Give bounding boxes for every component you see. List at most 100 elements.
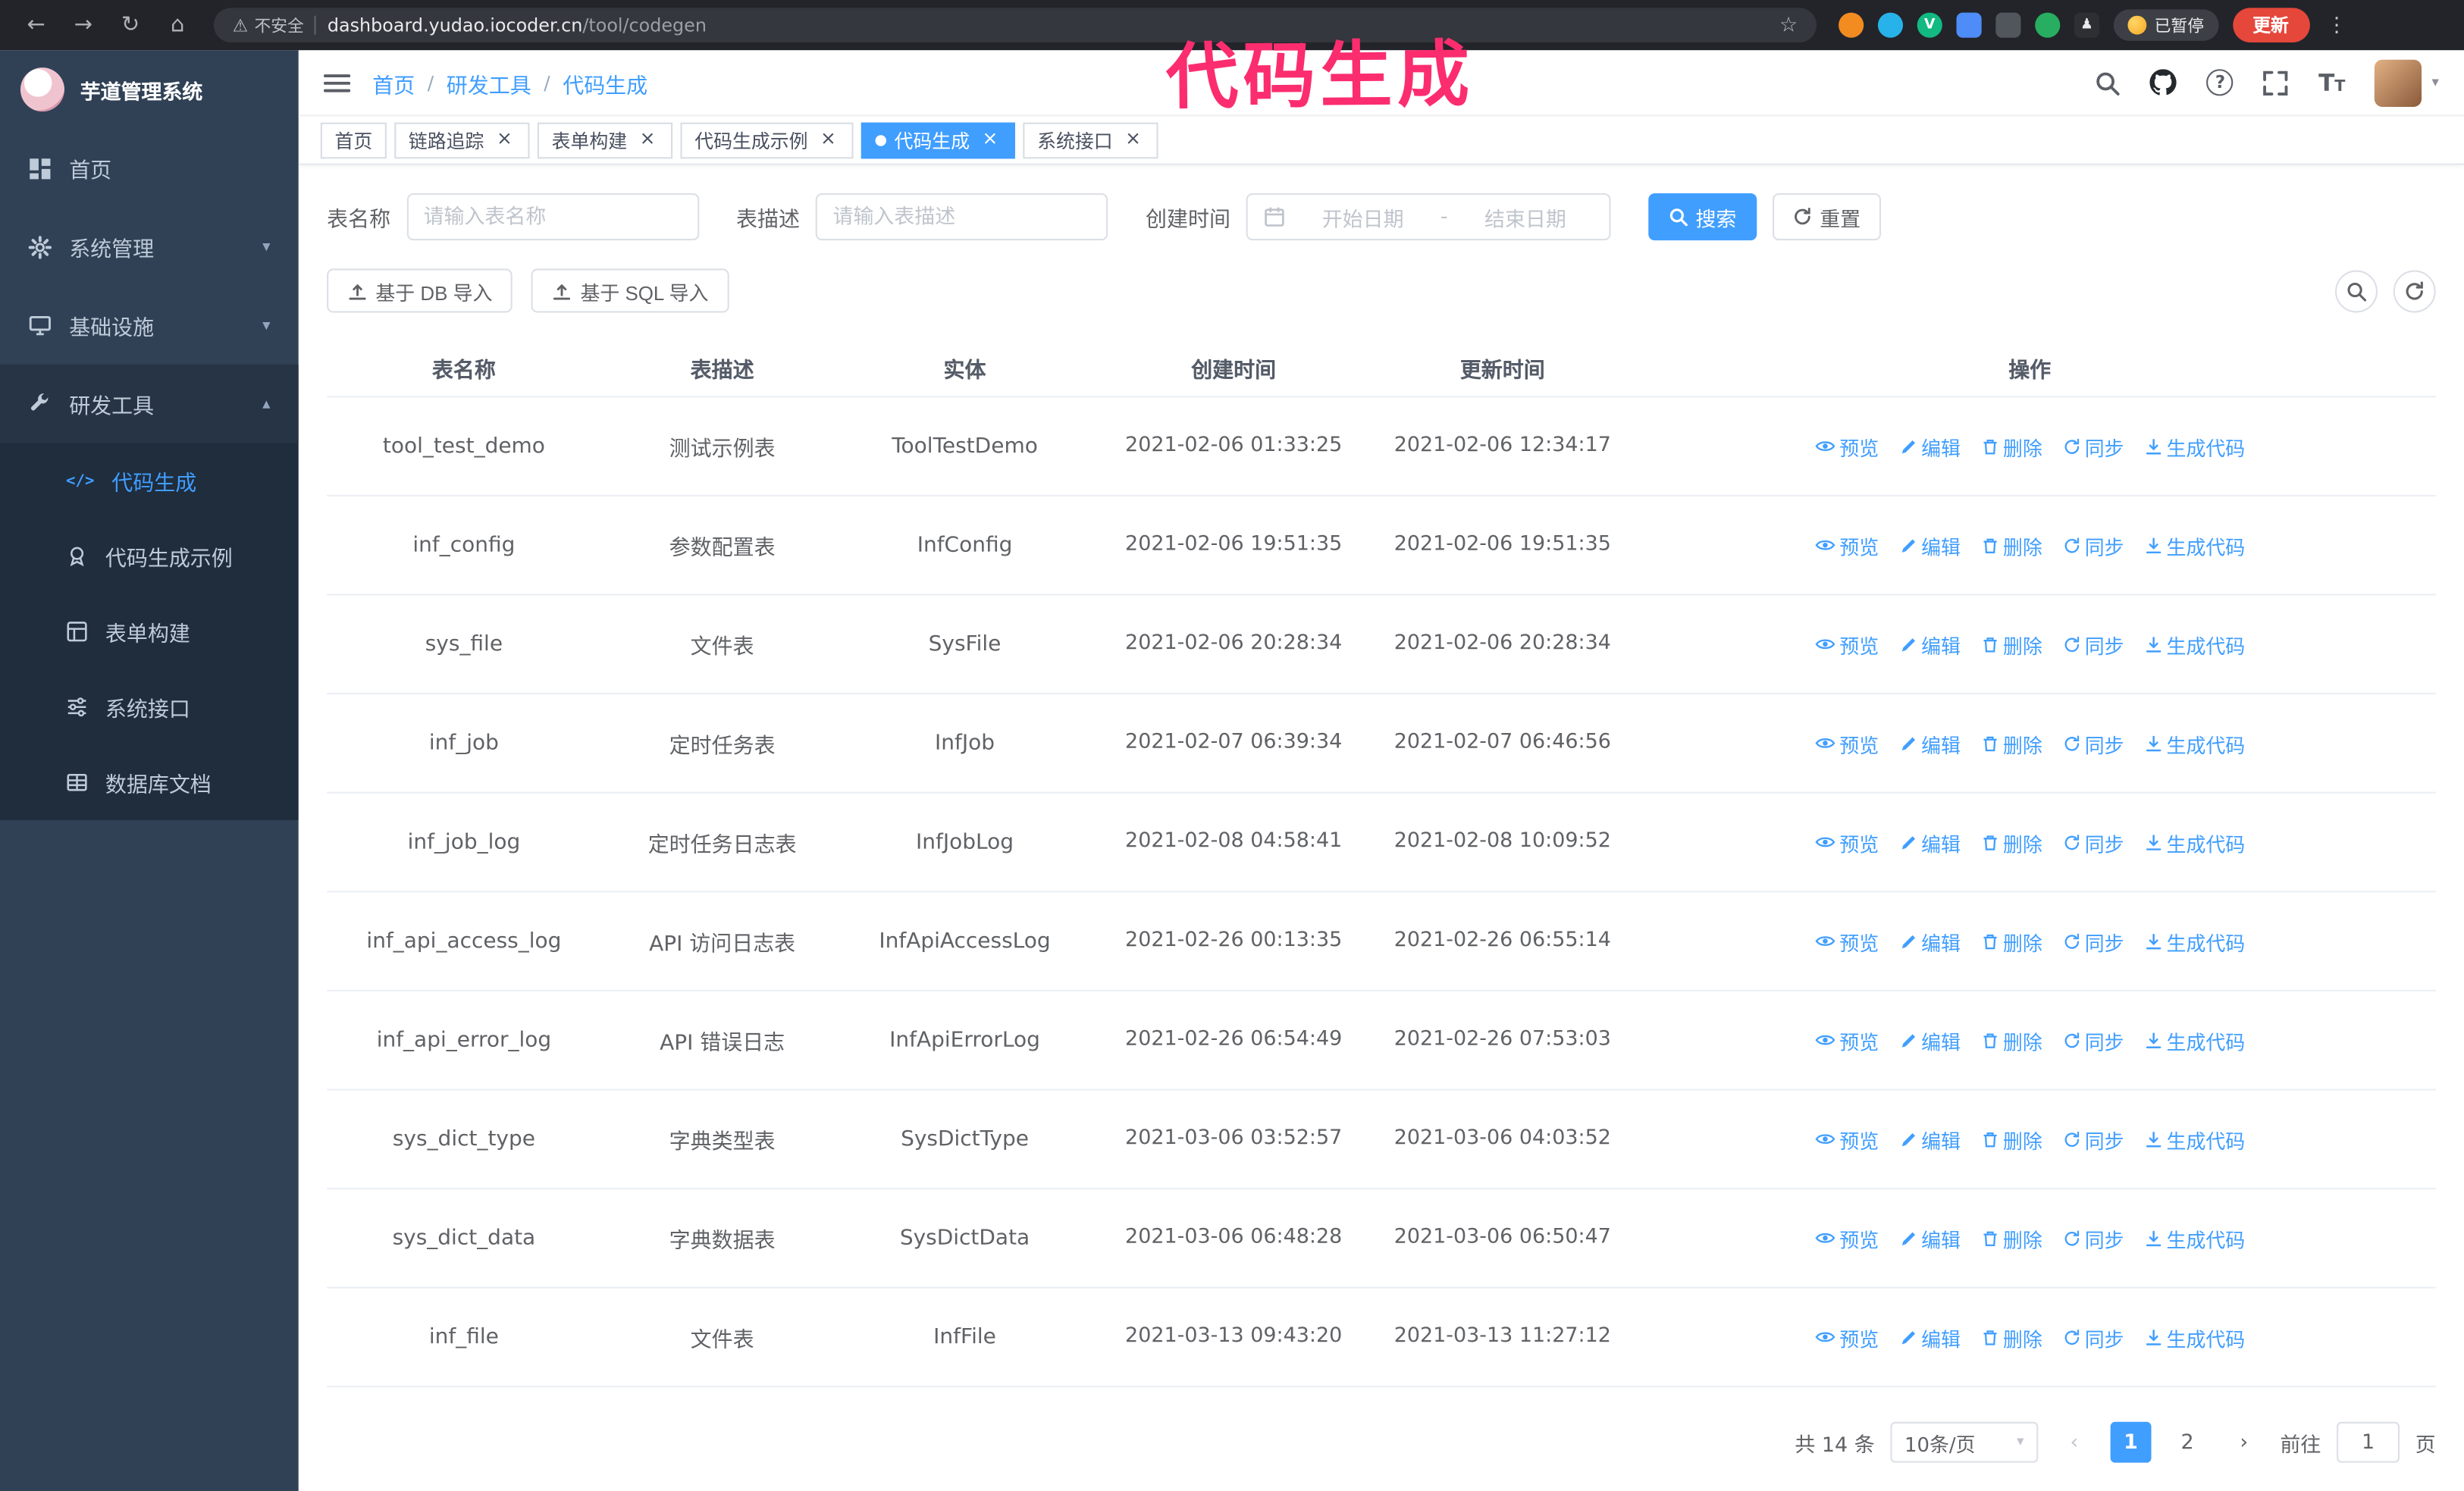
sync-action[interactable]: 同步 <box>2063 827 2124 857</box>
browser-forward-icon[interactable]: → <box>63 13 104 38</box>
generate-code-action[interactable]: 生成代码 <box>2145 728 2245 758</box>
edit-action[interactable]: 编辑 <box>1899 531 1961 560</box>
preview-action[interactable]: 预览 <box>1814 629 1879 659</box>
user-menu[interactable]: ▾ <box>2375 58 2439 106</box>
sidebar-item-db-docs[interactable]: 数据库文档 <box>0 744 299 819</box>
breadcrumb-home[interactable]: 首页 <box>372 67 415 98</box>
sync-action[interactable]: 同步 <box>2063 431 2124 461</box>
delete-action[interactable]: 删除 <box>1981 1025 2042 1054</box>
generate-code-action[interactable]: 生成代码 <box>2145 1322 2245 1352</box>
sync-action[interactable]: 同步 <box>2063 1025 2124 1054</box>
extension-icon[interactable] <box>1995 12 2021 38</box>
edit-action[interactable]: 编辑 <box>1899 431 1961 461</box>
preview-action[interactable]: 预览 <box>1814 1223 1879 1253</box>
sync-action[interactable]: 同步 <box>2063 1124 2124 1154</box>
preview-action[interactable]: 预览 <box>1814 1124 1879 1154</box>
search-icon[interactable] <box>2096 70 2121 95</box>
generate-code-action[interactable]: 生成代码 <box>2145 1124 2245 1154</box>
import-db-button[interactable]: 基于 DB 导入 <box>327 268 513 313</box>
date-range-picker[interactable]: 开始日期 - 结束日期 <box>1246 193 1611 241</box>
preview-action[interactable]: 预览 <box>1814 1025 1879 1054</box>
import-sql-button[interactable]: 基于 SQL 导入 <box>531 268 729 313</box>
sidebar-item-home[interactable]: 首页 <box>0 129 299 208</box>
fullscreen-icon[interactable] <box>2264 70 2289 95</box>
delete-action[interactable]: 删除 <box>1981 531 2042 560</box>
extension-icon[interactable] <box>1877 12 1904 38</box>
preview-action[interactable]: 预览 <box>1814 827 1879 857</box>
generate-code-action[interactable]: 生成代码 <box>2145 1025 2245 1054</box>
sidebar-item-infra[interactable]: 基础设施 ▾ <box>0 286 299 365</box>
sidebar-item-system[interactable]: 系统管理 ▾ <box>0 208 299 287</box>
collapse-menu-icon[interactable] <box>323 71 351 93</box>
preview-action[interactable]: 预览 <box>1814 531 1879 560</box>
extension-icon[interactable]: V <box>1917 12 1942 38</box>
address-bar[interactable]: ⚠ 不安全 dashboard.yudao.iocoder.cn/tool/co… <box>213 8 1817 42</box>
edit-action[interactable]: 编辑 <box>1899 629 1961 659</box>
tab-close-icon[interactable]: × <box>494 128 516 151</box>
next-page-button[interactable]: › <box>2223 1421 2265 1463</box>
delete-action[interactable]: 删除 <box>1981 926 2042 956</box>
delete-action[interactable]: 删除 <box>1981 629 2042 659</box>
delete-action[interactable]: 删除 <box>1981 431 2042 461</box>
help-icon[interactable]: ? <box>2206 69 2234 96</box>
delete-action[interactable]: 删除 <box>1981 1223 2042 1253</box>
edit-action[interactable]: 编辑 <box>1899 728 1961 758</box>
delete-action[interactable]: 删除 <box>1981 1322 2042 1352</box>
browser-home-icon[interactable]: ⌂ <box>157 13 198 38</box>
preview-action[interactable]: 预览 <box>1814 431 1879 461</box>
prev-page-button[interactable]: ‹ <box>2053 1421 2095 1463</box>
extension-icon[interactable] <box>1956 12 1982 38</box>
tab-close-icon[interactable]: × <box>637 128 659 151</box>
edit-action[interactable]: 编辑 <box>1899 1124 1961 1154</box>
generate-code-action[interactable]: 生成代码 <box>2145 531 2245 560</box>
reset-button[interactable]: 重置 <box>1773 193 1882 241</box>
page-size-select[interactable]: 10条/页 ▾ <box>1890 1421 2039 1463</box>
generate-code-action[interactable]: 生成代码 <box>2145 1223 2245 1253</box>
delete-action[interactable]: 删除 <box>1981 827 2042 857</box>
sync-action[interactable]: 同步 <box>2063 629 2124 659</box>
search-button[interactable]: 搜索 <box>1648 193 1757 241</box>
chrome-update-button[interactable]: 更新 <box>2232 8 2309 42</box>
sync-action[interactable]: 同步 <box>2063 728 2124 758</box>
paused-badge[interactable]: 已暂停 <box>2113 9 2218 41</box>
tab[interactable]: 链路追踪 × <box>394 121 530 158</box>
sidebar-item-codegen-example[interactable]: 代码生成示例 <box>0 518 299 594</box>
chrome-menu-icon[interactable]: ⋮ <box>2327 14 2347 37</box>
table-name-input[interactable] <box>423 205 682 229</box>
edit-action[interactable]: 编辑 <box>1899 1322 1961 1352</box>
tab[interactable]: 系统接口 × <box>1023 121 1158 158</box>
extension-icon[interactable]: ♟ <box>2074 12 2100 38</box>
generate-code-action[interactable]: 生成代码 <box>2145 431 2245 461</box>
browser-reload-icon[interactable]: ↻ <box>110 13 151 38</box>
goto-page-input[interactable] <box>2337 1421 2400 1463</box>
browser-back-icon[interactable]: ← <box>16 13 57 38</box>
edit-action[interactable]: 编辑 <box>1899 1223 1961 1253</box>
page-1-button[interactable]: 1 <box>2110 1421 2152 1463</box>
extension-icon[interactable] <box>1839 12 1864 38</box>
tab[interactable]: 首页 <box>320 121 387 158</box>
github-icon[interactable] <box>2150 69 2177 96</box>
sync-action[interactable]: 同步 <box>2063 926 2124 956</box>
sidebar-item-devtools[interactable]: 研发工具 ▴ <box>0 364 299 443</box>
page-2-button[interactable]: 2 <box>2167 1421 2209 1463</box>
bookmark-star-icon[interactable]: ☆ <box>1779 14 1798 37</box>
tab-close-icon[interactable]: × <box>979 128 1001 151</box>
font-size-icon[interactable]: TT <box>2318 67 2345 97</box>
edit-action[interactable]: 编辑 <box>1899 926 1961 956</box>
sidebar-item-system-api[interactable]: 系统接口 <box>0 669 299 744</box>
refresh-table-button[interactable] <box>2393 269 2436 312</box>
sidebar-item-codegen[interactable]: </> 代码生成 <box>0 443 299 518</box>
generate-code-action[interactable]: 生成代码 <box>2145 926 2245 956</box>
edit-action[interactable]: 编辑 <box>1899 827 1961 857</box>
tab[interactable]: 代码生成 × <box>861 121 1016 158</box>
delete-action[interactable]: 删除 <box>1981 728 2042 758</box>
tab[interactable]: 表单构建 × <box>537 121 673 158</box>
sync-action[interactable]: 同步 <box>2063 1322 2124 1352</box>
sync-action[interactable]: 同步 <box>2063 1223 2124 1253</box>
table-desc-input[interactable] <box>832 205 1091 229</box>
toggle-search-button[interactable] <box>2335 269 2378 312</box>
tab[interactable]: 代码生成示例 × <box>680 121 854 158</box>
sidebar-item-form-builder[interactable]: 表单构建 <box>0 594 299 669</box>
sync-action[interactable]: 同步 <box>2063 531 2124 560</box>
security-chip[interactable]: ⚠ 不安全 <box>233 14 304 37</box>
